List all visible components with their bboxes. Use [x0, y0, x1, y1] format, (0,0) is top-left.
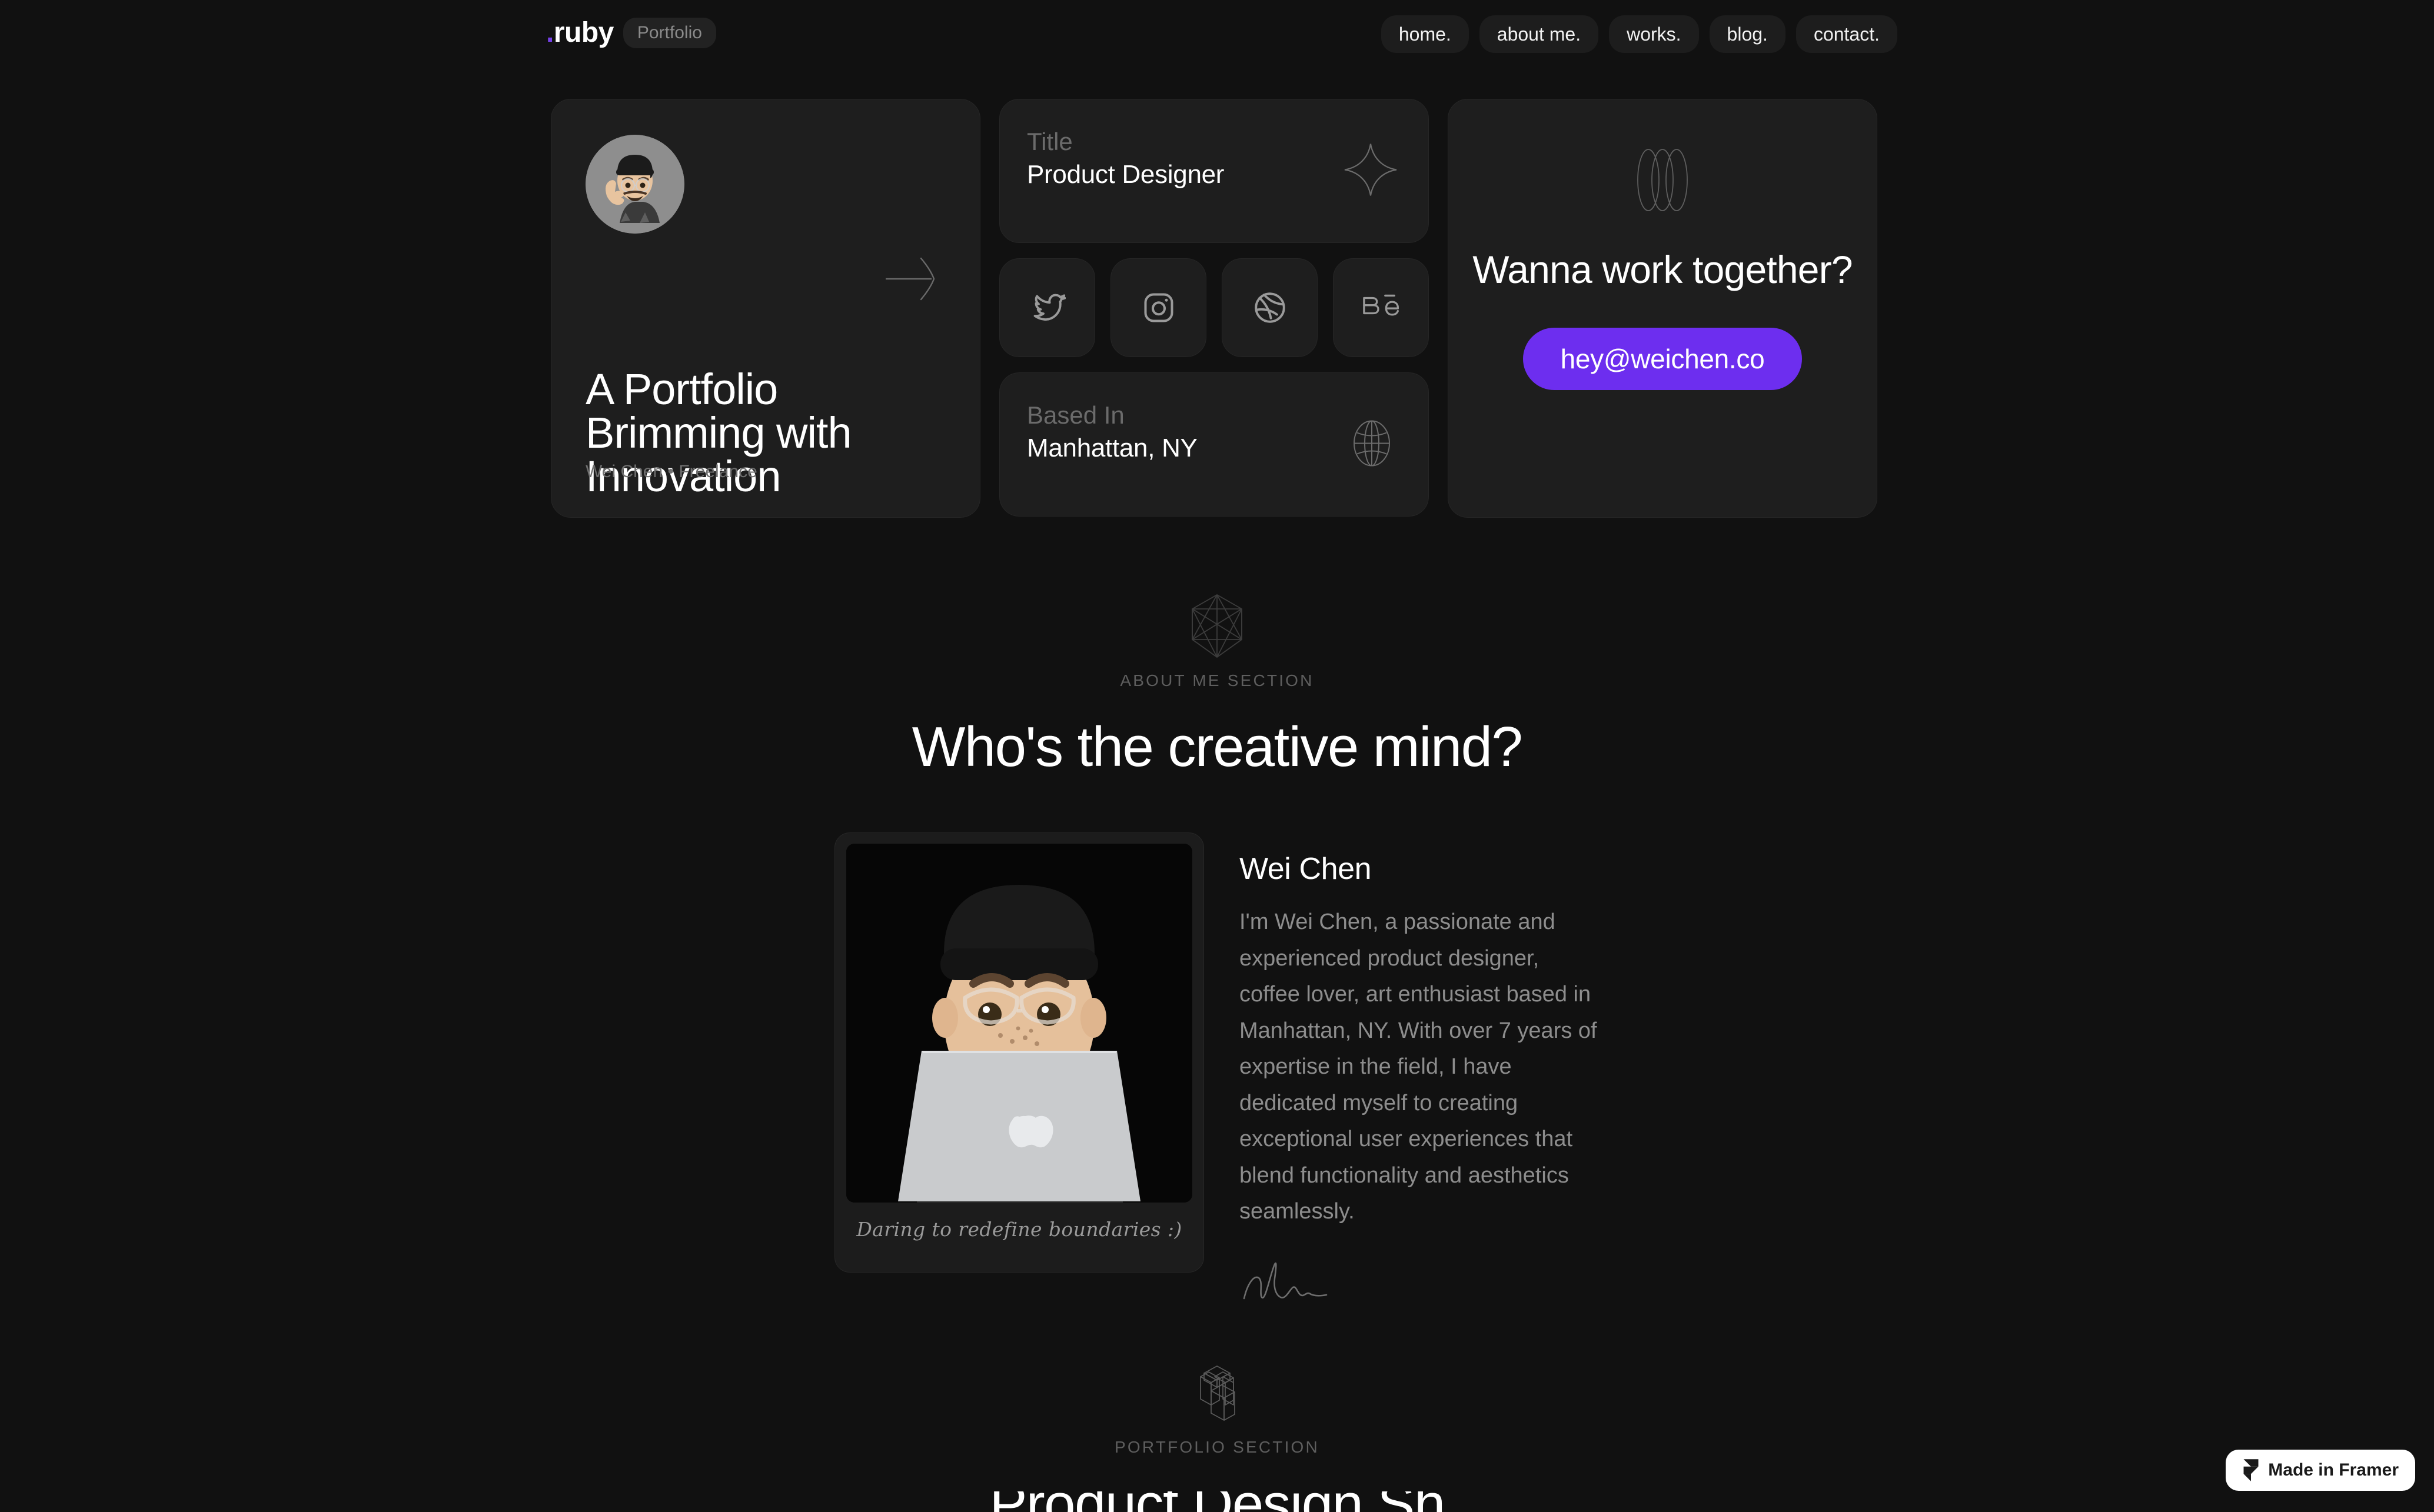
- globe-icon: [1345, 416, 1399, 473]
- portfolio-title-clip: Product Design Sh: [0, 1491, 2434, 1512]
- brand-dot: .: [546, 17, 554, 48]
- handwritten-signature: [1239, 1250, 1604, 1310]
- nav-item-blog[interactable]: blog.: [1709, 15, 1785, 53]
- three-ellipses-icon: [1627, 145, 1698, 218]
- memoji-thumbs-up-avatar: [586, 135, 684, 234]
- about-section-kicker: ABOUT ME SECTION: [1120, 671, 1314, 690]
- brand-logo[interactable]: .ruby Portfolio: [546, 18, 716, 48]
- about-name: Wei Chen: [1239, 852, 1372, 886]
- brand-name: ruby: [553, 17, 614, 48]
- about-section-title: Who's the creative mind?: [912, 715, 1523, 778]
- portfolio-section-kicker: PORTFOLIO SECTION: [1115, 1438, 1319, 1456]
- made-in-framer-badge[interactable]: Made in Framer: [2226, 1450, 2415, 1491]
- framer-logo-icon: [2242, 1459, 2260, 1481]
- dribbble-icon[interactable]: [1222, 258, 1318, 357]
- wireframe-icosahedron-icon: [0, 591, 2434, 661]
- hero-grid: A Portfolio Brimming with Innovation Wei…: [551, 99, 1877, 518]
- portfolio-section-header: PORTFOLIO SECTION: [0, 1359, 2434, 1457]
- behance-icon[interactable]: [1333, 258, 1429, 357]
- sparkle-star-icon: [1342, 141, 1399, 201]
- nav-item-works[interactable]: works.: [1609, 15, 1699, 53]
- brand-text: .ruby: [546, 19, 614, 47]
- location-card: Based In Manhattan, NY: [999, 372, 1429, 517]
- nav-links: home. about me. works. blog. contact.: [1381, 15, 1897, 53]
- cta-title: Wanna work together?: [1472, 248, 1853, 291]
- isometric-blocks-icon: [0, 1359, 2434, 1427]
- hero-info-column: Title Product Designer Based In Manhatta…: [999, 99, 1429, 518]
- job-title-card: Title Product Designer: [999, 99, 1429, 243]
- about-section-header: ABOUT ME SECTION Who's the creative mind…: [0, 591, 2434, 780]
- nav-item-about-me[interactable]: about me.: [1479, 15, 1599, 53]
- instagram-icon[interactable]: [1110, 258, 1206, 357]
- about-photo-caption: Daring to redefine boundaries :): [856, 1218, 1182, 1241]
- nav-item-home[interactable]: home.: [1381, 15, 1469, 53]
- top-navigation: .ruby Portfolio home. about me. works. b…: [0, 0, 2434, 76]
- portfolio-page: .ruby Portfolio home. about me. works. b…: [0, 0, 2434, 1512]
- memoji-laptop-portrait: [846, 844, 1192, 1203]
- curved-arrow-right-icon: [885, 255, 936, 306]
- made-in-framer-label: Made in Framer: [2268, 1460, 2399, 1480]
- portfolio-section-title: Product Design Sh: [0, 1491, 2434, 1512]
- social-links-row: [999, 258, 1429, 357]
- hero-intro-card: A Portfolio Brimming with Innovation Wei…: [551, 99, 980, 518]
- contact-cta-card: Wanna work together? hey@weichen.co: [1448, 99, 1877, 518]
- about-bio-text: I'm Wei Chen, a passionate and experienc…: [1239, 910, 1597, 1224]
- nav-item-contact[interactable]: contact.: [1795, 15, 1897, 53]
- about-photo-card: Daring to redefine boundaries :): [834, 832, 1204, 1273]
- email-cta-button[interactable]: hey@weichen.co: [1522, 327, 1803, 390]
- brand-badge: Portfolio: [623, 18, 716, 48]
- about-bio: Wei Chen I'm Wei Chen, a passionate and …: [1239, 832, 1604, 1310]
- twitter-icon[interactable]: [999, 258, 1095, 357]
- hero-subtitle: Wei Chen • Freelance: [586, 462, 757, 481]
- about-content-row: Daring to redefine boundaries :) Wei Che…: [834, 832, 1604, 1310]
